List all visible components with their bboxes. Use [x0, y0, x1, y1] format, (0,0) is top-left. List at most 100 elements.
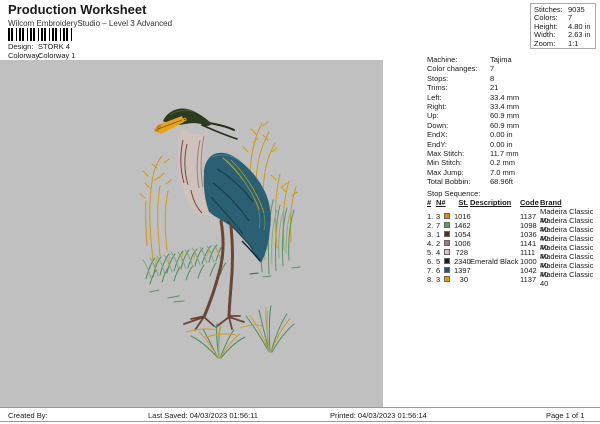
thread-stitch-code: 1054: [454, 230, 470, 239]
stop-sequence-column-header: Brand: [540, 198, 598, 207]
printed-text: Printed: 04/03/2023 01:56:14: [330, 411, 427, 420]
grass-bottom: [150, 267, 300, 358]
thread-swatch-cell: [444, 275, 454, 284]
stop-sequence-column-header: Code: [520, 198, 540, 207]
needle-number: 3: [436, 212, 444, 221]
thread-swatch-cell: [444, 230, 454, 239]
summary-row: Zoom:1:1: [534, 40, 592, 48]
setting-value: 7.0 mm: [490, 168, 515, 177]
machine-setting-row: Machine:Tajima: [427, 55, 598, 64]
thread-stitch-code: 2340: [454, 257, 470, 266]
thread-code: 1141: [520, 239, 540, 248]
setting-value: 60.9 mm: [490, 111, 519, 120]
setting-value: 11.7 mm: [490, 149, 519, 158]
machine-setting-row: Down:60.9 mm: [427, 121, 598, 130]
heron-embroidery-design: [0, 60, 383, 407]
machine-setting-row: Stops:8: [427, 74, 598, 83]
needle-number: 5: [436, 257, 444, 266]
last-saved-text: Last Saved: 04/03/2023 01:56:11: [148, 411, 258, 420]
app-subtitle: Wilcom EmbroideryStudio – Level 3 Advanc…: [8, 19, 172, 28]
machine-setting-row: Up:60.9 mm: [427, 111, 598, 120]
machine-setting-row: Min Stitch:0.2 mm: [427, 158, 598, 167]
thread-swatch: [444, 276, 450, 282]
machine-setting-row: EndY:0.00 in: [427, 140, 598, 149]
setting-value: 8: [490, 74, 494, 83]
setting-label: Trims:: [427, 83, 490, 92]
stop-number: 3.: [427, 230, 436, 239]
grass-mid-left: [143, 244, 226, 284]
stop-sequence-header: #N#St.DescriptionCodeBrand: [427, 198, 598, 207]
thread-stitch-code: 30: [454, 275, 470, 284]
stop-sequence-column-header: St.: [454, 198, 470, 207]
thread-swatch-cell: [444, 248, 454, 257]
needle-number: 2: [436, 239, 444, 248]
design-value: STORK 4: [38, 42, 70, 51]
setting-value: 0.00 in: [490, 140, 513, 149]
setting-value: 0.2 mm: [490, 158, 515, 167]
stop-sequence-column-header: Description: [470, 198, 520, 207]
setting-label: Up:: [427, 111, 490, 120]
stop-number: 6.: [427, 257, 436, 266]
setting-value: 60.9 mm: [490, 121, 519, 130]
thread-code: 1000: [520, 257, 540, 266]
stop-sequence-rows: 1.310161137Madeira Classic 402.714621098…: [427, 207, 598, 279]
setting-label: Machine:: [427, 55, 490, 64]
heron-legs: [184, 221, 244, 330]
setting-value: 7: [490, 64, 494, 73]
settings-panel: Machine:TajimaColor changes:7Stops:8Trim…: [427, 55, 598, 279]
machine-settings-list: Machine:TajimaColor changes:7Stops:8Trim…: [427, 55, 598, 186]
design-label: Design:: [8, 42, 38, 51]
stop-sequence-row: 1.310161137Madeira Classic 40: [427, 207, 598, 216]
thread-swatch: [444, 267, 450, 273]
needle-number: 1: [436, 230, 444, 239]
setting-label: Min Stitch:: [427, 158, 490, 167]
setting-label: Stops:: [427, 74, 490, 83]
needle-number: 3: [436, 275, 444, 284]
thread-brand: Madeira Classic 40: [540, 270, 598, 288]
machine-setting-row: Color changes:7: [427, 64, 598, 73]
thread-swatch-cell: [444, 212, 454, 221]
heron-body: [204, 153, 271, 263]
stop-number: 5.: [427, 248, 436, 257]
thread-swatch-cell: [444, 266, 454, 275]
design-summary-box: Stitches:9035Colors:7Height:4.80 inWidth…: [530, 3, 596, 49]
thread-code: 1042: [520, 266, 540, 275]
thread-code: 1111: [520, 248, 540, 257]
thread-code: 1137: [520, 275, 540, 284]
thread-swatch: [444, 213, 450, 219]
design-preview-canvas: [0, 60, 383, 407]
stop-sequence-column-header: #: [427, 198, 436, 207]
thread-stitch-code: 1462: [454, 221, 470, 230]
machine-setting-row: Trims:21: [427, 83, 598, 92]
setting-label: Max Jump:: [427, 168, 490, 177]
thread-swatch: [444, 258, 450, 264]
thread-code: 1137: [520, 212, 540, 221]
needle-number: 7: [436, 221, 444, 230]
machine-setting-row: Max Jump:7.0 mm: [427, 168, 598, 177]
thread-swatch: [444, 240, 450, 246]
colorway-field: Colorway: Colorway 1: [8, 51, 76, 60]
setting-label: Color changes:: [427, 64, 490, 73]
setting-label: Right:: [427, 102, 490, 111]
stop-number: 2.: [427, 221, 436, 230]
design-field: Design: STORK 4: [8, 42, 70, 51]
thread-stitch-code: 1006: [454, 239, 470, 248]
page-number: Page 1 of 1: [546, 411, 584, 420]
setting-label: EndX:: [427, 130, 490, 139]
thread-stitch-code: 728: [454, 248, 470, 257]
thread-description: Emerald Black: [470, 257, 520, 266]
setting-label: Total Bobbin:: [427, 177, 490, 186]
needle-number: 4: [436, 248, 444, 257]
setting-value: 21: [490, 83, 498, 92]
machine-setting-row: Right:33.4 mm: [427, 102, 598, 111]
page-title: Production Worksheet: [8, 2, 146, 17]
stop-number: 4.: [427, 239, 436, 248]
stop-sequence-title: Stop Sequence:: [427, 189, 598, 198]
setting-value: 33.4 mm: [490, 102, 519, 111]
setting-value: 0.00 in: [490, 130, 513, 139]
thread-code: 1036: [520, 230, 540, 239]
thread-stitch-code: 1397: [454, 266, 470, 275]
setting-label: EndY:: [427, 140, 490, 149]
machine-setting-row: EndX:0.00 in: [427, 130, 598, 139]
setting-value: 33.4 mm: [490, 93, 519, 102]
